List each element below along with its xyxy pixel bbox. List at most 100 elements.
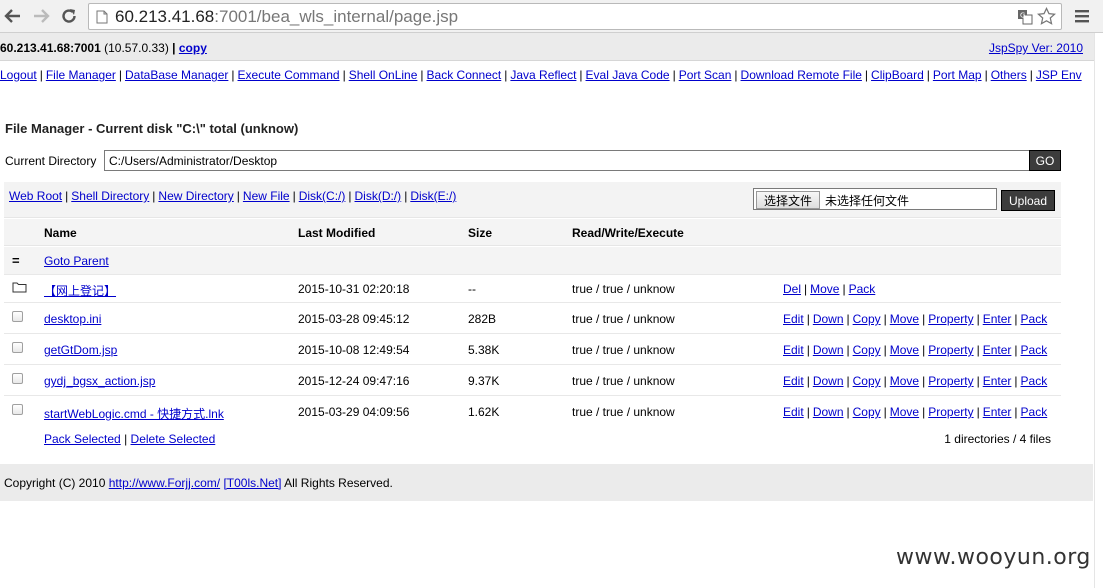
file-permissions: true / true / unknow [572, 405, 675, 419]
action-down[interactable]: Down [813, 374, 844, 388]
page-footer: Copyright (C) 2010 http://www.Forjj.com/… [0, 464, 1093, 501]
action-enter[interactable]: Enter [983, 374, 1012, 388]
browser-menu-button[interactable] [1075, 9, 1089, 26]
menu-database-manager[interactable]: DataBase Manager [125, 68, 228, 82]
file-name-link[interactable]: startWebLogic.cmd - 快捷方式.lnk [44, 405, 224, 422]
file-actions: Edit | Down | Copy | Move | Property | Enter | Pack [783, 312, 1048, 326]
file-row: desktop.ini 2015-03-28 09:45:12 282B true /… [4, 303, 1061, 334]
menu-port-map[interactable]: Port Map [933, 68, 982, 82]
toolbar-web-root[interactable]: Web Root [9, 189, 62, 203]
address-bar[interactable]: 60.213.41.68:7001/bea_wls_internal/page.… [88, 3, 1062, 30]
action-pack[interactable]: Pack [1021, 405, 1048, 419]
action-property[interactable]: Property [928, 312, 973, 326]
file-name-link[interactable]: desktop.ini [44, 312, 101, 326]
file-permissions: true / true / unknow [572, 282, 675, 296]
action-pack[interactable]: Pack [1021, 374, 1048, 388]
action-move[interactable]: Move [810, 282, 839, 296]
menu-port-scan[interactable]: Port Scan [679, 68, 732, 82]
header-size: Size [468, 226, 493, 240]
action-copy[interactable]: Copy [853, 374, 881, 388]
delete-selected-link[interactable]: Delete Selected [131, 432, 216, 446]
choose-file-button[interactable]: 选择文件 [756, 191, 820, 209]
file-name-link[interactable]: gydj_bgsx_action.jsp [44, 374, 155, 388]
action-move[interactable]: Move [890, 405, 919, 419]
file-picker[interactable]: 选择文件 未选择任何文件 [753, 188, 997, 210]
bookmark-star-icon[interactable] [1037, 7, 1056, 26]
action-move[interactable]: Move [890, 374, 919, 388]
folder-icon [12, 281, 27, 296]
file-toolbar: Web Root | Shell Directory | New Directory | N… [4, 182, 1061, 218]
menu-download-remote-file[interactable]: Download Remote File [741, 68, 862, 82]
version-link[interactable]: JspSpy Ver: 2010 [989, 41, 1083, 55]
toolbar-new-file[interactable]: New File [243, 189, 290, 203]
action-move[interactable]: Move [890, 343, 919, 357]
menu-jsp-env[interactable]: JSP Env [1036, 68, 1082, 82]
action-copy[interactable]: Copy [853, 312, 881, 326]
action-enter[interactable]: Enter [983, 312, 1012, 326]
file-actions: Edit | Down | Copy | Move | Property | Enter | Pack [783, 405, 1048, 419]
translate-icon[interactable]: G [1017, 9, 1033, 25]
action-move[interactable]: Move [890, 312, 919, 326]
action-enter[interactable]: Enter [983, 343, 1012, 357]
menu-java-reflect[interactable]: Java Reflect [510, 68, 576, 82]
menu-back-connect[interactable]: Back Connect [427, 68, 502, 82]
action-edit[interactable]: Edit [783, 343, 804, 357]
forjj-link[interactable]: http://www.Forjj.com/ [109, 476, 220, 490]
action-pack[interactable]: Pack [1021, 312, 1048, 326]
action-enter[interactable]: Enter [983, 405, 1012, 419]
t00ls-link[interactable]: [T00ls.Net] [223, 476, 281, 490]
action-copy[interactable]: Copy [853, 343, 881, 357]
toolbar-disk-c[interactable]: Disk(C:/) [299, 189, 346, 203]
menu-file-manager[interactable]: File Manager [46, 68, 116, 82]
copyright-text: Copyright (C) 2010 [4, 476, 106, 490]
menu-clipboard[interactable]: ClipBoard [871, 68, 924, 82]
current-directory-input[interactable]: C:/Users/Administrator/Desktop [104, 150, 1030, 171]
reload-icon [62, 9, 76, 23]
internal-ip: (10.57.0.33) [104, 41, 169, 55]
action-pack[interactable]: Pack [1021, 343, 1048, 357]
action-down[interactable]: Down [813, 312, 844, 326]
select-checkbox[interactable] [12, 342, 23, 356]
forward-button[interactable] [30, 5, 52, 27]
action-down[interactable]: Down [813, 343, 844, 357]
toolbar-shell-directory[interactable]: Shell Directory [71, 189, 149, 203]
header-rwx: Read/Write/Execute [572, 226, 684, 240]
action-property[interactable]: Property [928, 405, 973, 419]
menu-execute-command[interactable]: Execute Command [238, 68, 340, 82]
toolbar-new-directory[interactable]: New Directory [158, 189, 233, 203]
select-checkbox[interactable] [12, 404, 23, 418]
menu-shell-online[interactable]: Shell OnLine [349, 68, 418, 82]
menu-eval-java-code[interactable]: Eval Java Code [586, 68, 670, 82]
copy-link[interactable]: copy [179, 41, 207, 55]
action-edit[interactable]: Edit [783, 374, 804, 388]
menu-logout[interactable]: Logout [0, 68, 37, 82]
watermark: www.wooyun.org [896, 545, 1091, 570]
action-down[interactable]: Down [813, 405, 844, 419]
pack-selected-link[interactable]: Pack Selected [44, 432, 121, 446]
action-del[interactable]: Del [783, 282, 801, 296]
go-button[interactable]: GO [1029, 150, 1061, 171]
action-edit[interactable]: Edit [783, 312, 804, 326]
menu-others[interactable]: Others [991, 68, 1027, 82]
action-property[interactable]: Property [928, 343, 973, 357]
upload-button[interactable]: Upload [1001, 190, 1055, 211]
scrollbar[interactable] [1094, 33, 1103, 588]
action-edit[interactable]: Edit [783, 405, 804, 419]
forward-arrow-icon [34, 9, 50, 23]
back-button[interactable] [2, 5, 24, 27]
header-last-modified: Last Modified [298, 226, 376, 240]
reload-button[interactable] [58, 5, 80, 27]
goto-parent-link[interactable]: Goto Parent [44, 254, 109, 268]
action-copy[interactable]: Copy [853, 405, 881, 419]
file-name-link[interactable]: 【网上登记】 [44, 282, 116, 299]
file-name-link[interactable]: getGtDom.jsp [44, 343, 117, 357]
file-row: startWebLogic.cmd - 快捷方式.lnk 2015-03-29 0… [4, 396, 1061, 427]
server-info: 60.213.41.68:7001 (10.57.0.33) | copy [0, 41, 207, 55]
select-checkbox[interactable] [12, 311, 23, 325]
select-checkbox[interactable] [12, 373, 23, 387]
action-property[interactable]: Property [928, 374, 973, 388]
toolbar-disk-d[interactable]: Disk(D:/) [355, 189, 402, 203]
file-modified: 2015-12-24 09:47:16 [298, 374, 410, 388]
toolbar-disk-e[interactable]: Disk(E:/) [410, 189, 456, 203]
action-pack[interactable]: Pack [849, 282, 876, 296]
